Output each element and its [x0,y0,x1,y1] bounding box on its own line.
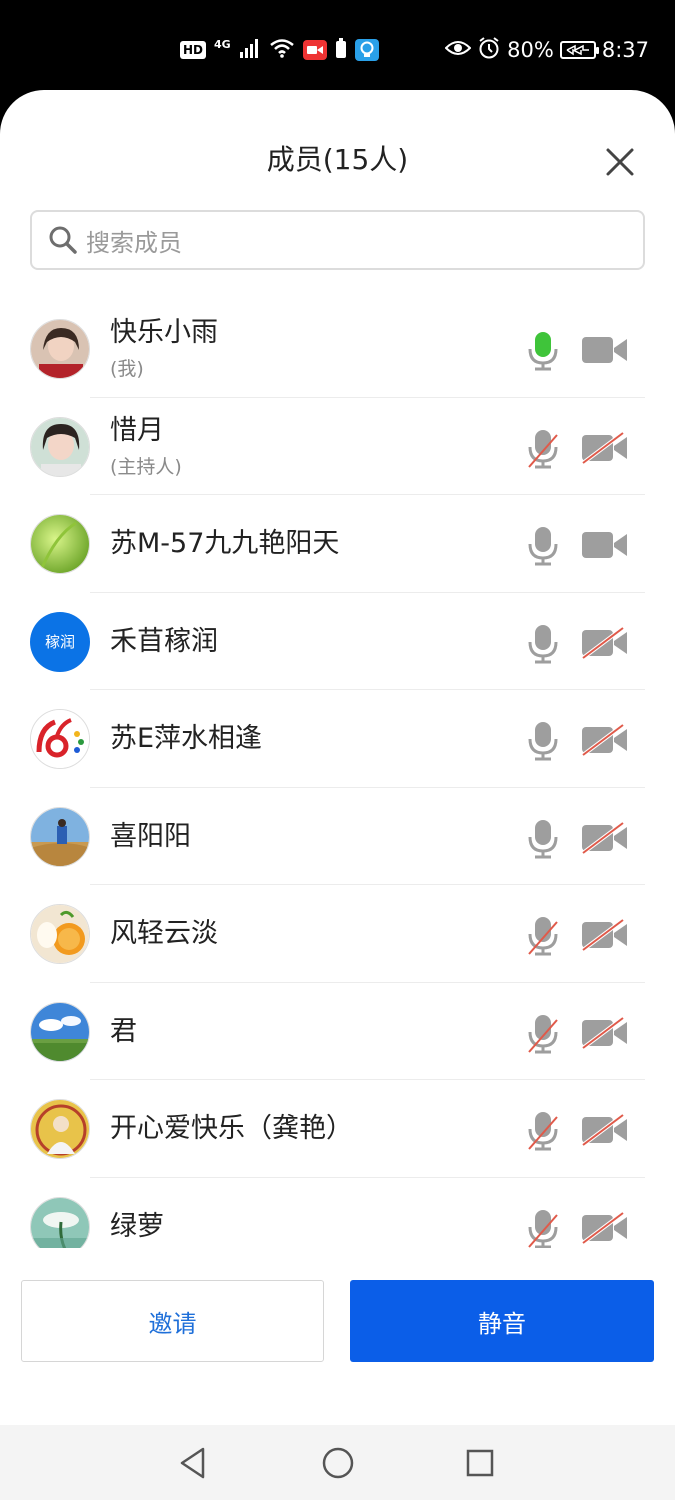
mic-icon[interactable] [526,526,560,566]
status-left: HD 4G [180,36,379,64]
back-icon[interactable] [176,1445,212,1481]
home-icon[interactable] [320,1445,356,1481]
avatar[interactable] [30,904,90,964]
mic-muted-icon[interactable] [526,1111,560,1151]
camera-off-icon[interactable] [581,724,629,756]
avatar[interactable] [30,514,90,574]
battery-percent: 80% [507,38,554,62]
battery-small-icon [335,37,347,63]
network-type: 4G [214,37,231,51]
camera-icon[interactable] [581,529,629,561]
mic-muted-icon[interactable] [526,1014,560,1054]
hd-badge: HD [180,41,207,59]
mic-muted-icon[interactable] [526,916,560,956]
status-bar: HD 4G 80% 8:37 [0,0,675,100]
member-name: 开心爱快乐（龚艳） [110,1113,353,1144]
member-row[interactable]: 惜月 (主持人) [0,398,675,496]
member-row[interactable]: 稼润 禾苜稼润 [0,593,675,691]
camera-off-icon[interactable] [581,431,629,464]
avatar[interactable] [30,1099,90,1159]
search-placeholder: 搜索成员 [86,228,182,257]
mic-muted-icon[interactable] [526,429,560,469]
member-row[interactable]: 绿萝 [0,1178,675,1249]
avatar[interactable] [30,319,90,379]
bulb-icon [354,39,379,61]
member-row[interactable]: 苏E萍水相逢 [0,690,675,788]
camera-off-icon[interactable] [581,1016,629,1049]
member-name: 风轻云淡 [110,918,218,949]
search-input[interactable]: 搜索成员 [30,210,645,270]
alarm-icon [477,36,501,65]
avatar[interactable] [30,1001,90,1062]
member-name: 苏E萍水相逢 [110,723,263,754]
search-icon [48,224,80,256]
navigation-bar [0,1425,675,1500]
status-right: 80% 8:37 [444,36,649,65]
camera-off-icon[interactable] [581,1114,629,1146]
member-name: 绿萝 [110,1210,164,1242]
avatar[interactable]: 稼润 [30,611,90,672]
mic-active-icon[interactable] [526,331,560,371]
member-name: 惜月 [110,414,164,446]
member-row[interactable]: 开心爱快乐（龚艳） [0,1080,675,1178]
member-role: (我) [110,358,144,380]
camera-off-icon[interactable] [581,1211,629,1244]
member-list[interactable]: 快乐小雨 (我) 惜月 (主持人) 苏M-57九九艳阳天 稼润 禾苜稼润 苏E萍… [0,300,675,1248]
avatar[interactable] [30,709,90,769]
wifi-icon [269,38,295,62]
mic-icon[interactable] [526,624,560,664]
close-button[interactable] [600,142,640,182]
signal-icon [239,38,261,62]
invite-button[interactable]: 邀请 [21,1280,324,1362]
eye-icon [444,38,472,62]
member-name: 苏M-57九九艳阳天 [110,528,340,559]
member-role: (主持人) [110,455,182,478]
mic-icon[interactable] [526,819,560,859]
member-row[interactable]: 风轻云淡 [0,885,675,983]
screen-record-icon [302,40,327,60]
member-row[interactable]: 君 [0,983,675,1081]
avatar[interactable] [30,416,90,477]
member-row[interactable]: 苏M-57九九艳阳天 [0,495,675,593]
camera-off-icon[interactable] [581,919,629,951]
avatar[interactable] [30,1196,90,1248]
member-name: 喜阳阳 [110,820,191,852]
member-row[interactable]: 快乐小雨 (我) [0,300,675,398]
camera-off-icon[interactable] [581,821,629,854]
page-title: 成员(15人) [266,143,409,176]
camera-icon[interactable] [581,334,629,366]
mic-icon[interactable] [526,721,560,761]
battery-icon [559,41,599,59]
close-icon[interactable] [605,147,635,177]
member-name: 禾苜稼润 [110,625,218,657]
camera-off-icon[interactable] [581,626,629,659]
members-sheet: 成员(15人) 搜索成员 快乐小雨 (我) 惜月 (主持人) 苏M-57九九艳阳… [0,90,675,1500]
mute-all-button[interactable]: 静音 [350,1280,654,1362]
avatar-initials: 稼润 [30,611,90,672]
clock-time: 8:37 [601,38,649,62]
mic-muted-icon[interactable] [526,1209,560,1249]
member-row[interactable]: 喜阳阳 [0,788,675,886]
avatar[interactable] [30,806,90,867]
member-name: 快乐小雨 [110,317,218,348]
recents-icon[interactable] [462,1445,498,1481]
member-name: 君 [110,1015,137,1047]
